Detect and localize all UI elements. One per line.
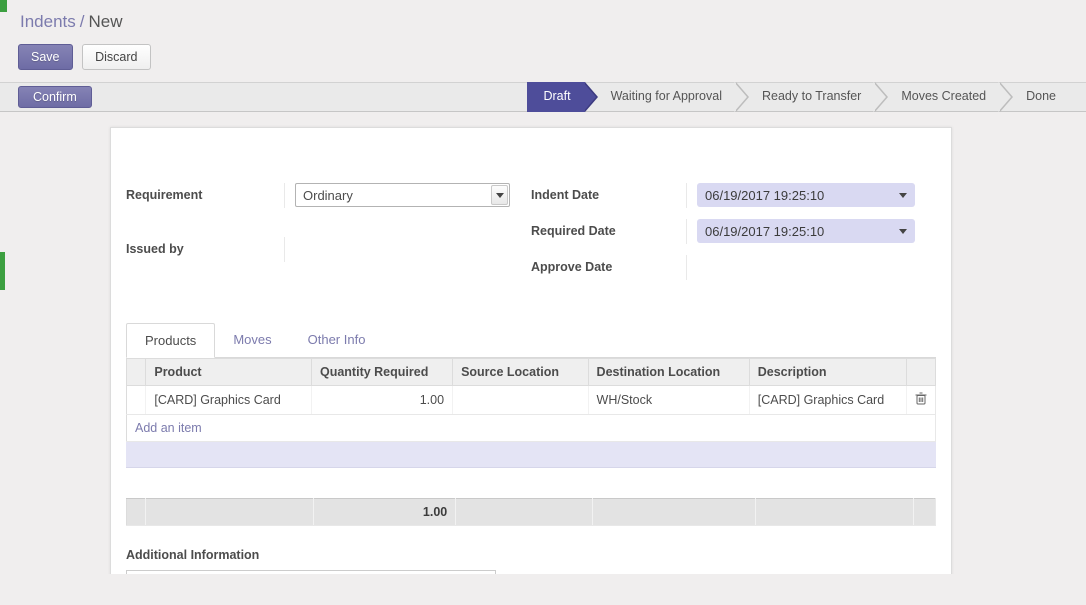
form-sheet: Requirement Ordinary Issued by Indent Da… [110, 127, 952, 574]
description-column-header[interactable]: Description [749, 359, 906, 386]
field-grid: Requirement Ordinary Issued by Indent Da… [126, 183, 936, 280]
discard-button[interactable]: Discard [82, 44, 150, 70]
tab-moves[interactable]: Moves [215, 323, 289, 358]
breadcrumb: Indents/New [20, 12, 1068, 32]
caret-down-icon [496, 193, 504, 198]
new-row-highlight[interactable] [126, 442, 936, 468]
statusbar: Confirm Draft Waiting for Approval Ready… [0, 82, 1086, 112]
required-date-label: Required Date [531, 219, 686, 238]
left-field-column: Requirement Ordinary Issued by [126, 183, 531, 280]
right-field-column: Indent Date 06/19/2017 19:25:10 Required… [531, 183, 936, 280]
indent-date-value: 06/19/2017 19:25:10 [705, 188, 824, 203]
breadcrumb-indents-link[interactable]: Indents [20, 12, 76, 31]
top-left-green-fragment [0, 0, 7, 12]
tab-other-info[interactable]: Other Info [290, 323, 384, 358]
status-step-ready-to-transfer[interactable]: Ready to Transfer [736, 82, 875, 112]
form-area: Requirement Ordinary Issued by Indent Da… [0, 112, 1086, 574]
destination-location-cell[interactable]: WH/Stock [588, 386, 749, 415]
row-handle-cell [127, 386, 146, 415]
status-steps: Draft Waiting for Approval Ready to Tran… [527, 82, 1086, 112]
left-edge-green-fragment [0, 252, 5, 290]
delete-row-cell[interactable] [906, 386, 935, 415]
source-location-column-header[interactable]: Source Location [453, 359, 588, 386]
select-dropdown-button[interactable] [491, 185, 508, 205]
caret-down-icon [899, 193, 907, 198]
add-item-row: Add an item [127, 415, 936, 442]
confirm-button[interactable]: Confirm [18, 86, 92, 108]
caret-down-icon [899, 229, 907, 234]
requirement-select[interactable]: Ordinary [295, 183, 510, 207]
breadcrumb-separator: / [76, 12, 89, 31]
requirement-value: Ordinary [303, 188, 353, 203]
indent-date-field[interactable]: 06/19/2017 19:25:10 [697, 183, 915, 207]
breadcrumb-current: New [89, 12, 123, 31]
required-date-field[interactable]: 06/19/2017 19:25:10 [697, 219, 915, 243]
additional-note-textarea[interactable] [126, 570, 496, 574]
totals-row: 1.00 [127, 499, 936, 526]
delete-column-header [906, 359, 935, 386]
indent-date-label: Indent Date [531, 183, 686, 202]
approve-date-field[interactable] [697, 255, 915, 277]
product-column-header[interactable]: Product [146, 359, 312, 386]
products-table-header-row: Product Quantity Required Source Locatio… [127, 359, 936, 386]
approve-date-label: Approve Date [531, 255, 686, 274]
description-cell[interactable]: [CARD] Graphics Card [749, 386, 906, 415]
table-row[interactable]: [CARD] Graphics Card 1.00 WH/Stock [CARD… [127, 386, 936, 415]
handle-column-header [127, 359, 146, 386]
issued-by-field[interactable] [295, 237, 513, 259]
quantity-column-header[interactable]: Quantity Required [311, 359, 452, 386]
product-cell[interactable]: [CARD] Graphics Card [146, 386, 312, 415]
status-step-moves-created[interactable]: Moves Created [875, 82, 1000, 112]
destination-location-column-header[interactable]: Destination Location [588, 359, 749, 386]
source-location-cell[interactable] [453, 386, 588, 415]
status-step-waiting-for-approval[interactable]: Waiting for Approval [585, 82, 736, 112]
totals-bar: 1.00 [126, 498, 936, 526]
required-date-value: 06/19/2017 19:25:10 [705, 224, 824, 239]
tab-products[interactable]: Products [126, 323, 215, 358]
toolbar: Save Discard [18, 44, 1068, 70]
notebook-tabs: Products Moves Other Info [126, 322, 936, 358]
save-button[interactable]: Save [18, 44, 73, 70]
add-an-item-link[interactable]: Add an item [135, 421, 202, 435]
quantity-cell[interactable]: 1.00 [311, 386, 452, 415]
trash-icon[interactable] [915, 392, 927, 408]
requirement-label: Requirement [126, 183, 284, 202]
status-step-draft[interactable]: Draft [527, 82, 584, 112]
additional-information-label: Additional Information [126, 548, 936, 562]
top-header: Indents/New Save Discard [0, 0, 1086, 82]
quantity-total: 1.00 [313, 499, 455, 526]
issued-by-label: Issued by [126, 237, 284, 256]
products-table: Product Quantity Required Source Locatio… [126, 358, 936, 442]
